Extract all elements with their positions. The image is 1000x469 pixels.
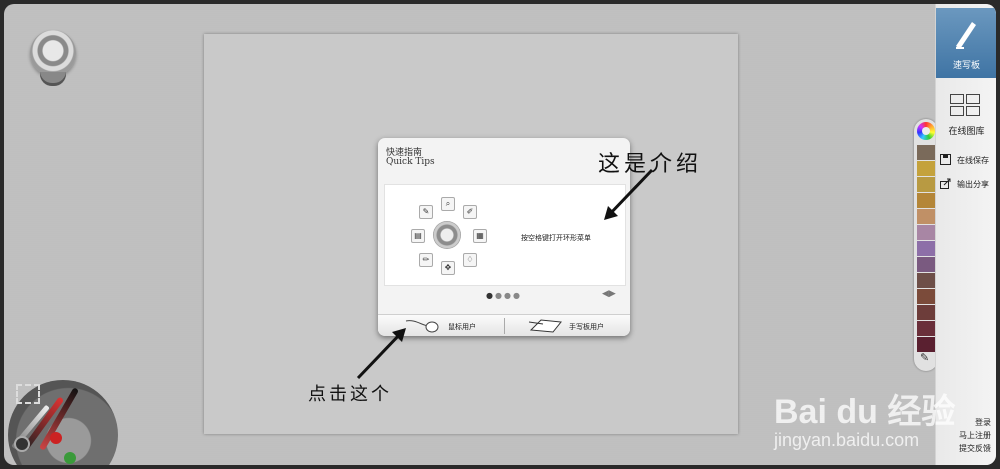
workspace: ✎ 速写板 在线图库 在线保存 输出分享 登录 马上注册 提交反馈 快速指南 Q… <box>4 4 996 465</box>
palette-swatch[interactable] <box>917 257 935 272</box>
save-icon <box>940 154 951 165</box>
palette-swatch[interactable] <box>917 337 935 352</box>
palette-swatch[interactable] <box>917 225 935 240</box>
tablet-user-label: 手写板用户 <box>569 323 604 331</box>
eyedropper-icon[interactable]: ✎ <box>920 351 932 365</box>
mouse-user-label: 鼠标用户 <box>448 323 476 331</box>
baidu-watermark-logo: Bai du 经验 <box>774 393 956 431</box>
sketchpad-label: 速写板 <box>952 61 980 71</box>
annotation-arrow-click <box>356 328 406 380</box>
palette-swatch[interactable] <box>917 321 935 336</box>
palette-swatch[interactable] <box>917 305 935 320</box>
page-nav-arrows[interactable]: ◀▶ <box>602 289 616 299</box>
share-icon <box>940 178 951 189</box>
layers-tool-icon: ▤ <box>411 229 425 243</box>
tablet-user-button[interactable]: 手写板用户 <box>505 315 630 336</box>
palette-swatch[interactable] <box>917 193 935 208</box>
save-online-button[interactable]: 在线保存 <box>940 154 996 168</box>
sketchpad-button[interactable]: 速写板 <box>936 8 996 78</box>
color-wheel-icon[interactable] <box>917 122 935 140</box>
move-tool-icon: ✥ <box>441 261 455 275</box>
pen-tool-icon: ✎ <box>419 205 433 219</box>
palette-swatch[interactable] <box>917 241 935 256</box>
zoom-icon: ⌕ <box>441 197 455 211</box>
webcam-stand <box>40 72 66 86</box>
export-share-label: 输出分享 <box>957 180 989 189</box>
radial-menu-center-icon <box>433 221 461 249</box>
wheel-green-dot[interactable] <box>64 452 76 464</box>
dialog-title-en: Quick Tips <box>386 157 435 167</box>
baidu-watermark-url: jingyan.baidu.com <box>774 430 920 450</box>
app-window: ✎ 速写板 在线图库 在线保存 输出分享 登录 马上注册 提交反馈 快速指南 Q… <box>0 0 1000 469</box>
image-tool-icon: ▦ <box>473 229 487 243</box>
palette-swatch[interactable] <box>917 161 935 176</box>
palette-swatch[interactable] <box>917 209 935 224</box>
gallery-label: 在线图库 <box>948 127 985 137</box>
palette-swatch[interactable] <box>917 145 935 160</box>
export-share-button[interactable]: 输出分享 <box>940 178 996 192</box>
page-indicator[interactable]: ●●●● <box>486 291 522 300</box>
annotation-click: 点击这个 <box>308 384 392 405</box>
feedback-link[interactable]: 提交反馈 <box>959 443 991 454</box>
gallery-button[interactable]: 在线图库 <box>936 84 996 144</box>
annotation-arrow-intro <box>604 168 654 220</box>
register-link[interactable]: 马上注册 <box>959 430 991 441</box>
dialog-footer: 鼠标用户 手写板用户 <box>378 314 630 336</box>
gallery-grid-icon <box>950 94 980 116</box>
quick-tips-dialog: 快速指南 Quick Tips ⌕ ✎ ✐ ▤ ▦ ✏ ♢ ✥ 按空格键打开环形… <box>378 138 630 336</box>
brush-tool-icon: ✐ <box>463 205 477 219</box>
marker-tool-icon: ♢ <box>463 253 477 267</box>
wheel-color-dot[interactable] <box>50 432 62 444</box>
tip-description: 按空格键打开环形菜单 <box>521 234 591 242</box>
login-link[interactable]: 登录 <box>975 417 991 428</box>
palette-swatch[interactable] <box>917 177 935 192</box>
palette-swatch[interactable] <box>917 289 935 304</box>
webcam-icon[interactable] <box>30 30 76 76</box>
save-online-label: 在线保存 <box>957 156 989 165</box>
palette-swatch[interactable] <box>917 273 935 288</box>
tip-illustration-panel: ⌕ ✎ ✐ ▤ ▦ ✏ ♢ ✥ 按空格键打开环形菜单 <box>384 184 626 286</box>
pen-icon <box>956 22 976 49</box>
layer-icon[interactable] <box>16 384 40 404</box>
pencil-tool-icon: ✏ <box>419 253 433 267</box>
brush-size-icon[interactable] <box>14 436 30 452</box>
tablet-icon <box>528 319 562 333</box>
